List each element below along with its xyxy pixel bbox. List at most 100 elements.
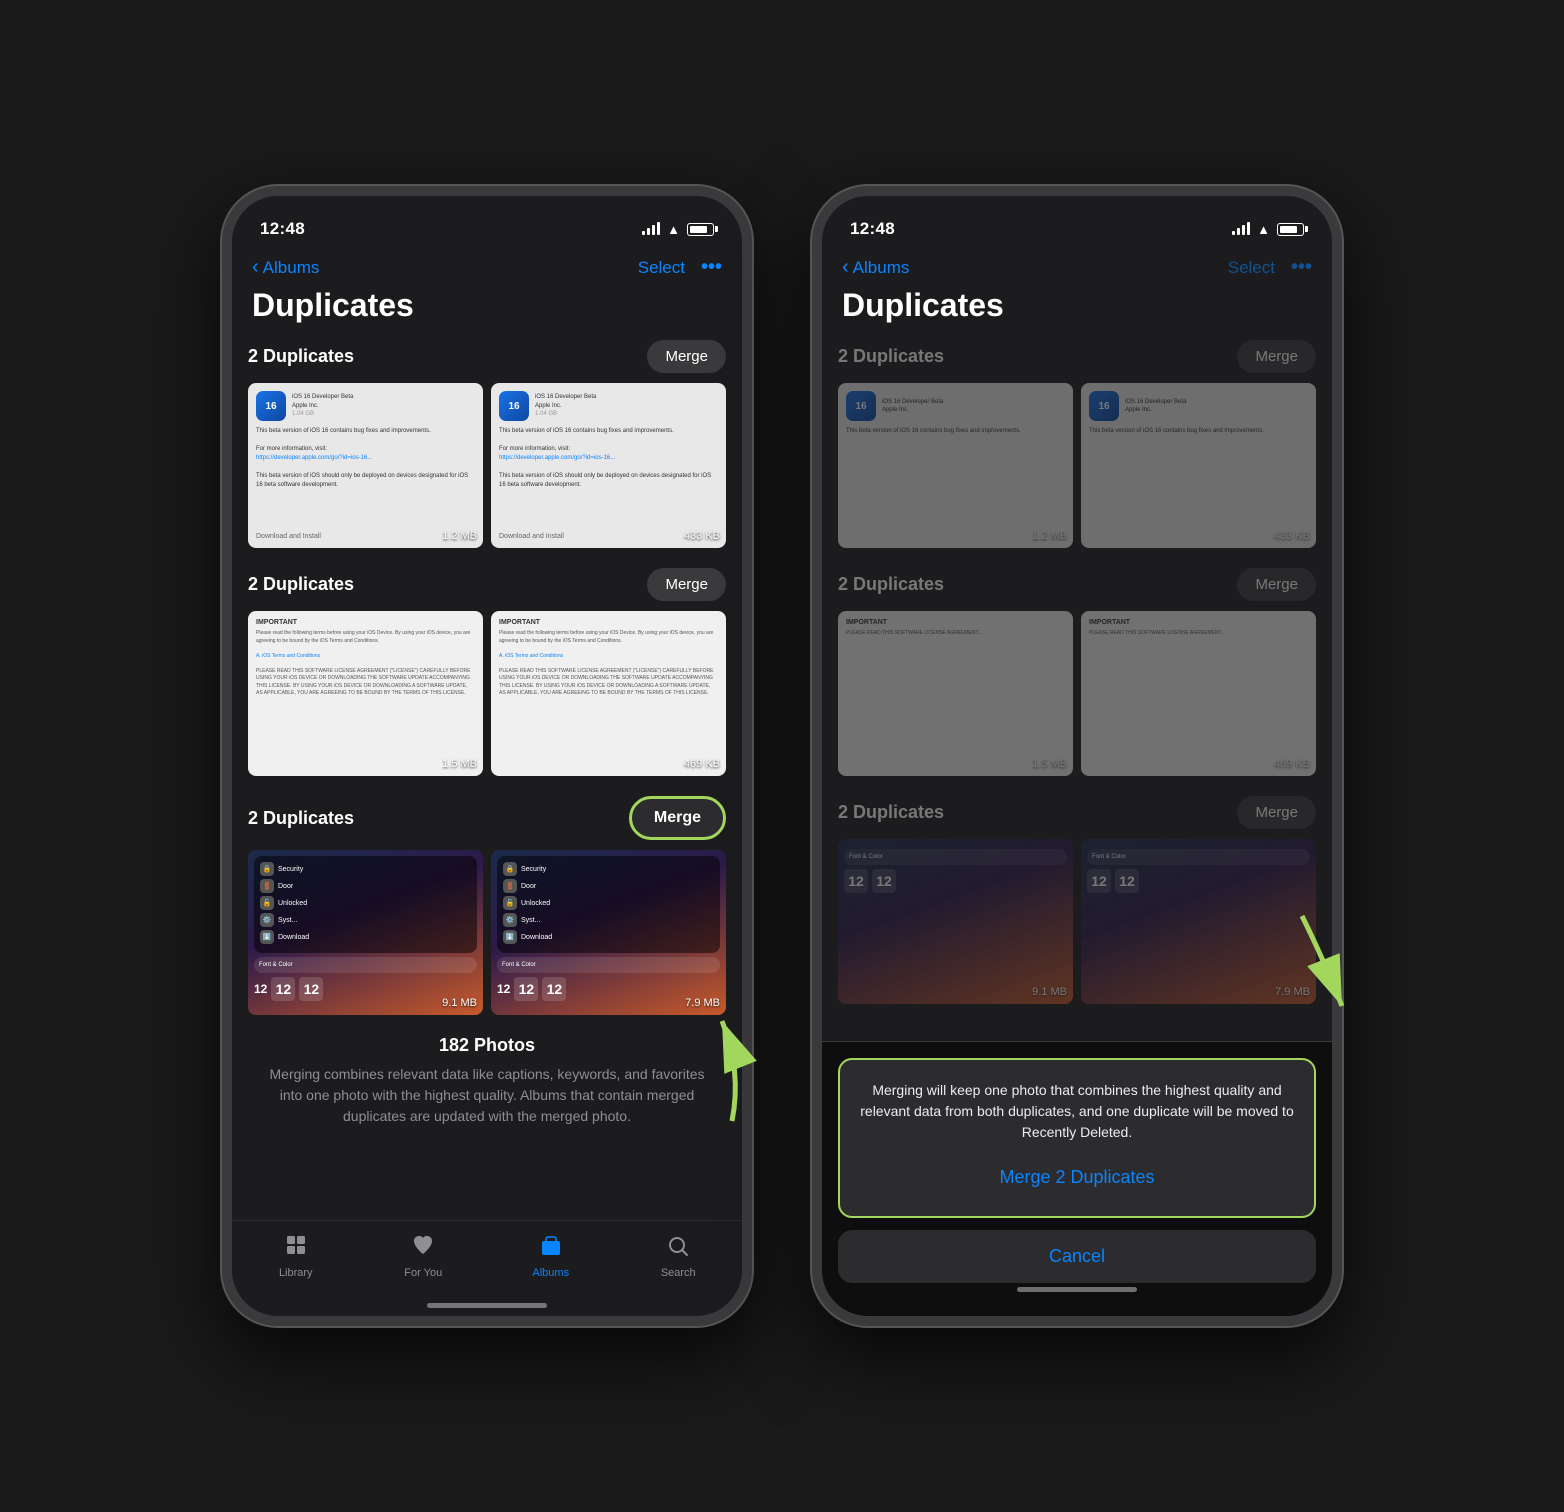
tab-albums[interactable]: Albums <box>487 1234 615 1279</box>
dup-group-2-header: 2 Duplicates Merge <box>248 568 726 601</box>
wifi-icon: ▲ <box>667 222 680 237</box>
img-size-1a: 1.2 MB <box>442 530 477 542</box>
right-phone-screen: 12:48 ▲ ‹ Al <box>822 196 1332 1316</box>
merge-dialog: Merging will keep one photo that combine… <box>838 1058 1316 1218</box>
duplicate-group-r1: 2 Duplicates Merge 16 iOS 16 Developer B… <box>838 340 1316 548</box>
signal-icon <box>642 223 660 235</box>
right-phone: 12:48 ▲ ‹ Al <box>812 186 1342 1326</box>
chevron-left-icon: ‹ <box>252 256 259 279</box>
left-phone-frame: 12:48 ▲ ‹ Al <box>222 186 752 1326</box>
settings-image-3a: 🔒 Security 🚪 Door 🔓 U <box>248 850 483 1015</box>
battery-icon <box>687 223 714 236</box>
nav-actions-right: Select ••• <box>1228 256 1312 279</box>
home-indicator-right <box>1017 1287 1137 1292</box>
dup-img-2a[interactable]: IMPORTANT Please read the following term… <box>248 611 483 776</box>
left-phone: 12:48 ▲ ‹ Al <box>222 186 752 1326</box>
duplicate-group-3: 2 Duplicates Merge 🔒 Security <box>248 796 726 1015</box>
back-label: Albums <box>263 258 320 278</box>
page-title-right: Duplicates <box>822 287 1332 340</box>
home-indicator <box>427 1303 547 1308</box>
merge-btn-r1[interactable]: Merge <box>1237 340 1316 373</box>
dup-img-1b[interactable]: 16 iOS 16 Developer BetaApple Inc.1.04 G… <box>491 383 726 548</box>
dialog-description: Merging will keep one photo that combine… <box>856 1080 1298 1143</box>
tab-for-you[interactable]: For You <box>360 1233 488 1279</box>
more-button[interactable]: ••• <box>701 256 722 279</box>
tab-bar: Library For You Albums <box>232 1220 742 1299</box>
merge-btn-r2[interactable]: Merge <box>1237 568 1316 601</box>
img-size-3b: 7.9 MB <box>685 997 720 1009</box>
dup-img-2b[interactable]: IMPORTANT Please read the following term… <box>491 611 726 776</box>
duplicate-group-r3: 2 Duplicates Merge Font & Color 12 12 <box>838 796 1316 1004</box>
dup-group-2-title: 2 Duplicates <box>248 574 354 595</box>
img-size-1b: 433 KB <box>684 530 720 542</box>
merge-confirm-button[interactable]: Merge 2 Duplicates <box>856 1159 1298 1196</box>
status-time-right: 12:48 <box>850 219 895 239</box>
license-image-2a: IMPORTANT Please read the following term… <box>248 611 483 776</box>
notch-right <box>997 196 1157 230</box>
merge-button-2[interactable]: Merge <box>647 568 726 601</box>
duplicate-group-r2: 2 Duplicates Merge IMPORTANT PLEASE READ… <box>838 568 1316 776</box>
ios-badge: 16 <box>256 391 286 421</box>
img-size-2b: 469 KB <box>684 758 720 770</box>
search-tab-label: Search <box>661 1267 696 1279</box>
notch <box>407 196 567 230</box>
img-size-2a: 1.5 MB <box>442 758 477 770</box>
select-button[interactable]: Select <box>638 258 685 278</box>
photos-description: Merging combines relevant data like capt… <box>248 1064 726 1127</box>
settings-image-3b: 🔒 Security 🚪 Door 🔓 U <box>491 850 726 1015</box>
signal-icon-right <box>1232 223 1250 235</box>
battery-icon-right <box>1277 223 1304 236</box>
update-text: iOS 16 Developer BetaApple Inc.1.04 GB <box>292 393 475 418</box>
nav-bar-right: ‹ Albums Select ••• <box>822 248 1332 287</box>
status-icons: ▲ <box>642 222 714 237</box>
dup-group-1-images: 16 iOS 16 Developer BetaApple Inc.1.04 G… <box>248 383 726 548</box>
back-label-right: Albums <box>853 258 910 278</box>
albums-tab-label: Albums <box>532 1267 569 1279</box>
dup-group-3-images: 🔒 Security 🚪 Door 🔓 U <box>248 850 726 1015</box>
merge-btn-r3[interactable]: Merge <box>1237 796 1316 829</box>
update-image-1b: 16 iOS 16 Developer BetaApple Inc.1.04 G… <box>491 383 726 548</box>
foryou-tab-label: For You <box>404 1267 442 1279</box>
duplicate-group-1: 2 Duplicates Merge 16 iOS 16 Developer B… <box>248 340 726 548</box>
license-image-2b: IMPORTANT Please read the following term… <box>491 611 726 776</box>
duplicate-group-2: 2 Duplicates Merge IMPORTANT Please read… <box>248 568 726 776</box>
dup-img-3b[interactable]: 🔒 Security 🚪 Door 🔓 U <box>491 850 726 1015</box>
status-time: 12:48 <box>260 219 305 239</box>
dup-group-3-title: 2 Duplicates <box>248 808 354 829</box>
library-icon <box>284 1233 308 1263</box>
foryou-icon <box>411 1233 435 1263</box>
dup-img-1a[interactable]: 16 iOS 16 Developer BetaApple Inc.1.04 G… <box>248 383 483 548</box>
chevron-left-icon-right: ‹ <box>842 256 849 279</box>
left-phone-screen: 12:48 ▲ ‹ Al <box>232 196 742 1316</box>
merge-button-3[interactable]: Merge <box>629 796 726 840</box>
dup-group-1-title: 2 Duplicates <box>248 346 354 367</box>
back-button[interactable]: ‹ Albums <box>252 256 319 279</box>
wifi-icon-right: ▲ <box>1257 222 1270 237</box>
nav-bar: ‹ Albums Select ••• <box>232 248 742 287</box>
ios-badge-2: 16 <box>499 391 529 421</box>
img-size-3a: 9.1 MB <box>442 997 477 1009</box>
right-phone-frame: 12:48 ▲ ‹ Al <box>812 186 1342 1326</box>
page-title: Duplicates <box>232 287 742 340</box>
albums-icon <box>539 1234 563 1263</box>
dup-img-3a[interactable]: 🔒 Security 🚪 Door 🔓 U <box>248 850 483 1015</box>
update-image-1a: 16 iOS 16 Developer BetaApple Inc.1.04 G… <box>248 383 483 548</box>
dup-group-3-header: 2 Duplicates Merge <box>248 796 726 840</box>
more-button-right[interactable]: ••• <box>1291 256 1312 279</box>
tab-search[interactable]: Search <box>615 1234 743 1279</box>
dup-group-1-header: 2 Duplicates Merge <box>248 340 726 373</box>
select-button-right[interactable]: Select <box>1228 258 1275 278</box>
library-tab-label: Library <box>279 1267 313 1279</box>
nav-actions: Select ••• <box>638 256 722 279</box>
content-area: 2 Duplicates Merge 16 iOS 16 Developer B… <box>232 340 742 1208</box>
back-button-right[interactable]: ‹ Albums <box>842 256 909 279</box>
merge-button-1[interactable]: Merge <box>647 340 726 373</box>
update-text-2: iOS 16 Developer BetaApple Inc.1.04 GB <box>535 393 718 418</box>
dup-group-2-images: IMPORTANT Please read the following term… <box>248 611 726 776</box>
search-icon <box>666 1234 690 1263</box>
status-icons-right: ▲ <box>1232 222 1304 237</box>
dialog-overlay: Merging will keep one photo that combine… <box>822 1041 1332 1316</box>
cancel-button[interactable]: Cancel <box>838 1230 1316 1283</box>
tab-library[interactable]: Library <box>232 1233 360 1279</box>
photos-count: 182 Photos <box>248 1035 726 1056</box>
